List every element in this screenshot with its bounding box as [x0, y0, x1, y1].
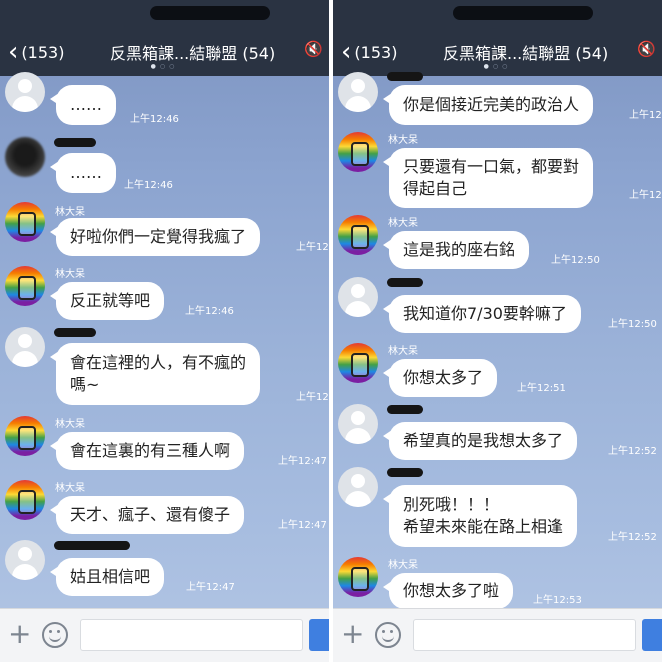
- group-title[interactable]: 反黑箱課...結聯盟 (54): [443, 40, 608, 64]
- message-bubble[interactable]: 希望真的是我想太多了: [382, 422, 578, 460]
- redacted-name: [54, 541, 130, 550]
- speaker-muted-icon: 🔇: [304, 40, 323, 58]
- sender-name: 林大呆: [55, 269, 85, 280]
- rainbow-avatar[interactable]: [5, 416, 45, 456]
- default-avatar[interactable]: [338, 72, 378, 112]
- input-bar: +: [333, 608, 662, 662]
- message-time: 上午12:51: [517, 383, 566, 394]
- message-bubble[interactable]: 我知道你7/30要幹嘛了: [383, 295, 581, 333]
- message-time: 上午12:53: [533, 595, 582, 606]
- message-time: 上午12:: [629, 190, 662, 201]
- sender-name: 林大呆: [388, 560, 418, 571]
- sender-name: 林大呆: [55, 483, 85, 494]
- speaker-muted-icon: 🔇: [637, 40, 656, 58]
- message-time: 上午12:: [296, 242, 329, 253]
- unread-count: (153): [354, 42, 398, 62]
- message-time: 上午12:47: [186, 582, 235, 593]
- rainbow-avatar[interactable]: [338, 215, 378, 255]
- message-bubble[interactable]: 你想太多了啦: [382, 573, 514, 609]
- message-time: 上午12:50: [551, 255, 600, 266]
- sender-name: 林大呆: [388, 218, 418, 229]
- redacted-status: [150, 6, 270, 20]
- rainbow-avatar[interactable]: [338, 343, 378, 383]
- default-avatar[interactable]: [5, 540, 45, 580]
- smiley-icon[interactable]: [375, 622, 401, 648]
- redacted-name: [54, 328, 96, 337]
- default-avatar[interactable]: [338, 277, 378, 317]
- message-time: 上午12:: [296, 392, 329, 403]
- smiley-icon[interactable]: [42, 622, 68, 648]
- status-bar: [0, 0, 329, 30]
- sender-name: 林大呆: [388, 346, 418, 357]
- message-bubble[interactable]: 會在這裏的有三種人啊: [49, 432, 245, 470]
- chat-header: ‹ (153) 反黑箱課...結聯盟 (54) 🔇 ●○○: [333, 30, 662, 76]
- rainbow-avatar[interactable]: [338, 132, 378, 172]
- status-bar: [333, 0, 662, 30]
- page-indicator: ●○○: [483, 63, 512, 70]
- message-input[interactable]: [80, 619, 303, 651]
- message-time: 上午12:46: [124, 180, 173, 191]
- message-bubble[interactable]: 反正就等吧: [49, 282, 165, 320]
- message-bubble[interactable]: 會在這裡的人，有不瘋的 嗎~: [49, 343, 261, 405]
- redacted-name: [54, 138, 96, 147]
- send-button[interactable]: [642, 619, 662, 651]
- message-time: 上午12:47: [278, 520, 327, 531]
- rainbow-avatar[interactable]: [5, 266, 45, 306]
- plus-icon[interactable]: +: [8, 619, 31, 649]
- default-avatar[interactable]: [5, 72, 45, 112]
- redacted-status: [453, 6, 593, 20]
- default-avatar[interactable]: [338, 467, 378, 507]
- redacted-name: [387, 468, 423, 477]
- default-avatar[interactable]: [338, 404, 378, 444]
- message-bubble[interactable]: 這是我的座右銘: [382, 231, 530, 269]
- message-bubble[interactable]: 別死哦！！！ 希望未來能在路上相逢: [382, 485, 578, 547]
- message-time: 上午12:52: [608, 532, 657, 543]
- rainbow-avatar[interactable]: [5, 202, 45, 242]
- back-button[interactable]: ‹ (153): [8, 38, 64, 66]
- sender-name: 林大呆: [55, 419, 85, 430]
- message-bubble[interactable]: 天才、瘋子、還有傻子: [49, 496, 245, 534]
- message-time: 上午12:50: [608, 319, 657, 330]
- message-bubble[interactable]: 你是個接近完美的政治人: [382, 85, 594, 125]
- message-bubble[interactable]: 只要還有一口氣，都要對 得起自己: [382, 148, 594, 208]
- chat-screen-right: ‹ (153) 反黑箱課...結聯盟 (54) 🔇 ●○○ 你是個接近完美的政治…: [333, 0, 662, 662]
- redacted-name: [387, 72, 423, 81]
- unread-count: (153): [21, 42, 65, 62]
- message-input[interactable]: [413, 619, 636, 651]
- plus-icon[interactable]: +: [341, 619, 364, 649]
- message-time: 上午12:46: [130, 114, 179, 125]
- group-title[interactable]: 反黑箱課...結聯盟 (54): [110, 40, 275, 64]
- message-bubble[interactable]: 姑且相信吧: [49, 558, 165, 596]
- message-bubble[interactable]: ……: [50, 153, 116, 193]
- chat-screen-left: ‹ (153) 反黑箱課...結聯盟 (54) 🔇 ●○○ …… 上午12:46…: [0, 0, 329, 662]
- sender-name: 林大呆: [388, 135, 418, 146]
- message-bubble[interactable]: 你想太多了: [382, 359, 498, 397]
- chevron-left-icon: ‹: [341, 37, 352, 67]
- message-time: 上午12:47: [278, 456, 327, 467]
- default-avatar[interactable]: [5, 327, 45, 367]
- page-indicator: ●○○: [150, 63, 179, 70]
- send-button[interactable]: [309, 619, 329, 651]
- rainbow-avatar[interactable]: [5, 480, 45, 520]
- redacted-avatar[interactable]: [5, 137, 45, 177]
- redacted-name: [387, 405, 423, 414]
- sender-name: 林大呆: [55, 207, 85, 218]
- message-bubble[interactable]: 好啦你們一定覺得我瘋了: [49, 218, 261, 256]
- message-time: 上午12:: [629, 110, 662, 121]
- message-time: 上午12:46: [185, 306, 234, 317]
- message-time: 上午12:52: [608, 446, 657, 457]
- input-bar: +: [0, 608, 329, 662]
- back-button[interactable]: ‹ (153): [341, 38, 397, 66]
- redacted-name: [387, 278, 423, 287]
- message-bubble[interactable]: ……: [50, 85, 116, 125]
- chat-header: ‹ (153) 反黑箱課...結聯盟 (54) 🔇 ●○○: [0, 30, 329, 76]
- rainbow-avatar[interactable]: [338, 557, 378, 597]
- chevron-left-icon: ‹: [8, 37, 19, 67]
